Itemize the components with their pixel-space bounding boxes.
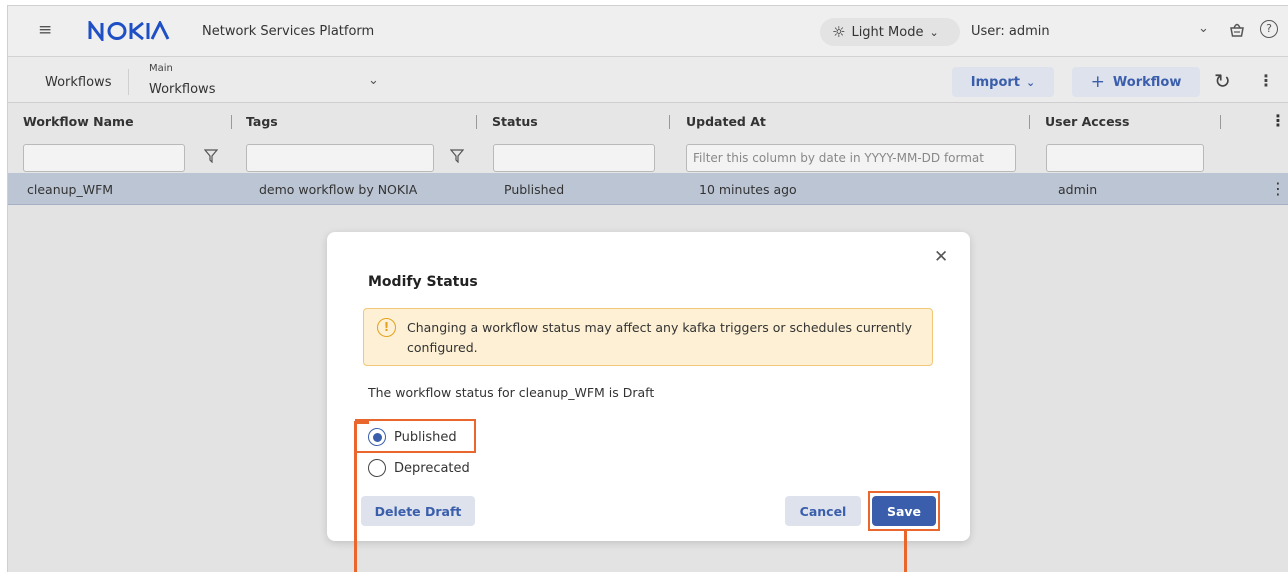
breadcrumb-workflows[interactable]: Workflows [45,75,111,90]
updated-at-filter-input[interactable]: Filter this column by date in YYYY-MM-DD… [686,144,1016,172]
column-divider [476,115,477,129]
table-header: Workflow Name Tags Status Updated At Use… [8,103,1288,141]
save-callout-line [904,531,907,572]
warning-banner: ! Changing a workflow status may affect … [363,308,933,366]
column-header-status[interactable]: Status [492,114,538,129]
cell-status: Published [504,182,565,197]
breadcrumb-main-label: Main [149,63,173,74]
help-icon[interactable]: ? [1260,20,1278,38]
nokia-logo [88,18,170,45]
user-label: User: admin [971,24,1050,39]
column-divider [231,115,232,129]
light-mode-label: Light Mode [851,24,924,40]
radio-deprecated-label: Deprecated [394,460,470,476]
chevron-down-icon: ⌄ [1026,75,1036,89]
cell-user-access: admin [1058,182,1098,197]
import-button[interactable]: Import ⌄ [952,67,1054,97]
cancel-button[interactable]: Cancel [785,496,861,526]
import-label: Import [970,74,1021,90]
more-options-icon[interactable]: ⋮ [1258,71,1274,90]
filter-row: Filter this column by date in YYYY-MM-DD… [8,141,1288,173]
current-status-text: The workflow status for cleanup_WFM is D… [368,385,655,400]
top-bar: ≡ Network Services Platform ☼ Light Mode… [8,6,1288,57]
column-header-updated-at[interactable]: Updated At [686,114,766,129]
modify-status-dialog: ✕ Modify Status ! Changing a workflow st… [327,232,970,541]
column-header-tags[interactable]: Tags [246,114,278,129]
column-options-icon[interactable]: ⋮ [1270,111,1286,130]
column-divider [669,115,670,129]
breadcrumb-chevron-down-icon[interactable]: ⌄ [368,73,379,88]
published-highlight-box [355,419,476,453]
refresh-icon[interactable]: ↻ [1214,69,1231,93]
row-options-icon[interactable]: ⋮ [1270,179,1286,198]
column-header-workflow-name[interactable]: Workflow Name [23,114,134,129]
plus-icon: + [1090,72,1105,92]
sun-icon: ☼ [832,23,846,41]
user-access-filter-input[interactable] [1046,144,1204,172]
table-row[interactable]: cleanup_WFM demo workflow by NOKIA Publi… [8,173,1288,205]
tags-filter-icon[interactable] [449,149,465,167]
workflow-name-filter-icon[interactable] [203,149,219,167]
cell-updated-at: 10 minutes ago [699,182,797,197]
close-icon[interactable]: ✕ [934,247,948,267]
column-header-user-access[interactable]: User Access [1045,114,1129,129]
tags-filter-input[interactable] [246,144,434,172]
user-chevron-down-icon[interactable]: ⌄ [1198,21,1209,36]
breadcrumb-divider [128,69,129,95]
chevron-down-icon: ⌄ [929,25,939,39]
warning-icon: ! [377,318,396,337]
radio-button-unchecked[interactable] [368,459,386,477]
toolbar: Workflows Main Workflows ⌄ Import ⌄ + Wo… [8,57,1288,103]
save-highlight-box [868,491,940,531]
app-title: Network Services Platform [202,24,375,39]
warning-text: Changing a workflow status may affect an… [407,320,912,355]
breadcrumb-main-value[interactable]: Workflows [149,82,215,97]
hamburger-menu-icon[interactable]: ≡ [38,20,52,40]
column-divider [1220,115,1221,129]
radio-deprecated[interactable]: Deprecated [368,457,470,479]
light-mode-toggle[interactable]: ☼ Light Mode ⌄ [820,18,960,46]
basket-icon[interactable] [1228,20,1246,42]
dialog-title: Modify Status [368,274,478,290]
add-workflow-button[interactable]: + Workflow [1072,67,1200,97]
column-divider [1029,115,1030,129]
published-callout-tick [355,421,369,424]
published-callout-line [354,421,357,572]
cell-tags: demo workflow by NOKIA [259,182,418,197]
delete-draft-button[interactable]: Delete Draft [361,496,475,526]
workflow-name-filter-input[interactable] [23,144,185,172]
cell-workflow-name: cleanup_WFM [27,182,114,197]
add-workflow-label: Workflow [1112,74,1182,90]
status-filter-input[interactable] [493,144,655,172]
